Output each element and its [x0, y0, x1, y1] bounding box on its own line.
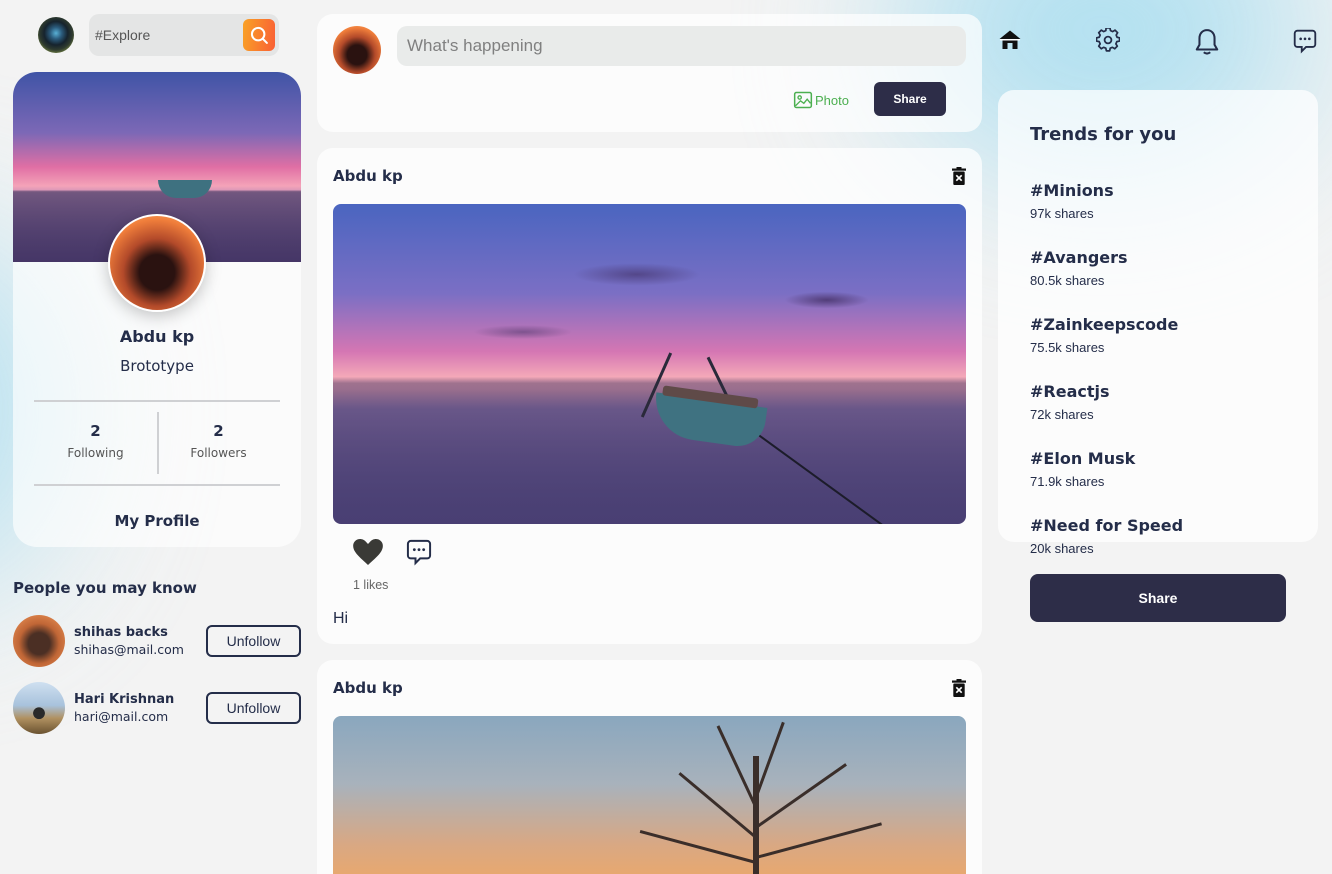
trend-shares: 80.5k shares — [1030, 273, 1105, 288]
photo-icon — [793, 91, 813, 109]
profile-card: Abdu kp Brototype 2 Following 2 Follower… — [13, 72, 301, 547]
profile-avatar — [108, 214, 206, 312]
heart-icon[interactable] — [353, 539, 383, 565]
person-email: shihas@mail.com — [74, 642, 184, 657]
trend-shares: 72k shares — [1030, 407, 1094, 422]
tree-branch — [754, 721, 785, 799]
trend-tag: #Minions — [1030, 181, 1114, 200]
people-section-title: People you may know — [13, 579, 197, 597]
followers-label: Followers — [190, 446, 247, 460]
notification-icon — [1195, 29, 1219, 55]
profile-name: Abdu kp — [119, 327, 195, 346]
post-card: Abdu kp 1 likes Hi — [317, 148, 982, 644]
profile-subtitle: Brototype — [120, 357, 194, 375]
boat-shape — [650, 392, 768, 450]
trend-shares: 75.5k shares — [1030, 340, 1105, 355]
person-email: hari@mail.com — [74, 709, 169, 724]
right-sidebar: Trends for you #Minions 97k shares #Avan… — [998, 14, 1318, 622]
post-text-input[interactable] — [397, 26, 966, 66]
trend-item[interactable]: #Reactjs 72k shares — [1030, 382, 1286, 422]
trend-tag: #Need for Speed — [1030, 516, 1184, 535]
person-name: Hari Krishnan — [74, 692, 175, 707]
search-box — [89, 14, 279, 56]
person-info: shihas backs shihas@mail.com — [74, 625, 184, 657]
photo-option[interactable]: Photo — [793, 90, 849, 110]
post-caption: Hi — [333, 610, 349, 627]
person-name: shihas backs — [74, 625, 168, 640]
tree-branch — [639, 829, 757, 864]
app-logo[interactable] — [38, 17, 74, 53]
stats-divider — [157, 412, 159, 474]
left-sidebar: Abdu kp Brototype 2 Following 2 Follower… — [13, 14, 301, 734]
tree-branch — [755, 763, 847, 829]
trends-card: Trends for you #Minions 97k shares #Avan… — [998, 90, 1318, 556]
post-composer: Photo Share — [317, 14, 982, 132]
following-label: Following — [67, 446, 124, 460]
person-avatar — [13, 615, 65, 667]
tree-branch — [755, 822, 882, 859]
photo-label: Photo — [815, 92, 849, 108]
trend-shares: 97k shares — [1030, 206, 1094, 221]
unfollow-button[interactable]: Unfollow — [206, 692, 301, 724]
my-profile-link[interactable]: My Profile — [13, 512, 301, 530]
post-likes: 1 likes — [353, 578, 389, 592]
post-header: Abdu kp — [333, 676, 966, 700]
trends-title: Trends for you — [1030, 124, 1177, 145]
trash-icon[interactable] — [952, 679, 966, 697]
trend-tag: #Reactjs — [1030, 382, 1110, 401]
trend-item[interactable]: #Minions 97k shares — [1030, 181, 1286, 221]
share-button[interactable]: Share — [1030, 574, 1286, 622]
comment-icon — [1293, 29, 1317, 54]
person-info: Hari Krishnan hari@mail.com — [74, 692, 174, 724]
unfollow-button[interactable]: Unfollow — [206, 625, 301, 657]
nav-messages[interactable] — [1292, 28, 1318, 58]
nav-notifications[interactable] — [1194, 28, 1220, 60]
person-item: Hari Krishnan hari@mail.com Unfollow — [13, 682, 301, 734]
trend-item[interactable]: #Need for Speed 20k shares — [1030, 516, 1286, 556]
following-stat: 2 Following — [34, 402, 157, 484]
logo-search-row — [13, 14, 301, 56]
trend-item[interactable]: #Elon Musk 71.9k shares — [1030, 449, 1286, 489]
search-button[interactable] — [243, 19, 275, 51]
search-icon — [250, 26, 268, 44]
trend-item[interactable]: #Avangers 80.5k shares — [1030, 248, 1286, 288]
boat-rope — [752, 430, 892, 524]
post-image — [333, 716, 966, 874]
trend-shares: 20k shares — [1030, 541, 1094, 556]
trend-shares: 71.9k shares — [1030, 474, 1105, 489]
trend-tag: #Elon Musk — [1030, 449, 1136, 468]
person-item: shihas backs shihas@mail.com Unfollow — [13, 615, 301, 667]
post-header: Abdu kp — [333, 164, 966, 188]
nav-settings[interactable] — [1095, 27, 1121, 56]
comment-icon[interactable] — [405, 538, 433, 566]
followers-stat: 2 Followers — [157, 402, 280, 484]
post-card: Abdu kp — [317, 660, 982, 874]
nav-home[interactable] — [998, 28, 1022, 56]
top-nav — [998, 14, 1318, 70]
tree-branch — [716, 725, 758, 809]
composer-share-button[interactable]: Share — [874, 82, 946, 116]
follow-stats: 2 Following 2 Followers — [34, 400, 280, 486]
trend-tag: #Avangers — [1030, 248, 1128, 267]
settings-icon — [1095, 27, 1121, 52]
followers-count: 2 — [213, 422, 224, 440]
post-image — [333, 204, 966, 524]
following-count: 2 — [90, 422, 101, 440]
post-author: Abdu kp — [333, 679, 403, 697]
home-icon — [999, 30, 1021, 49]
trend-item[interactable]: #Zainkeepscode 75.5k shares — [1030, 315, 1286, 355]
trash-icon[interactable] — [952, 167, 966, 185]
person-avatar — [13, 682, 65, 734]
composer-avatar — [333, 26, 381, 74]
search-input[interactable] — [95, 27, 241, 43]
post-author: Abdu kp — [333, 167, 403, 185]
feed-column: Photo Share Abdu kp 1 likes Hi Abdu kp — [317, 14, 982, 874]
post-actions — [353, 538, 966, 566]
trend-tag: #Zainkeepscode — [1030, 315, 1179, 334]
